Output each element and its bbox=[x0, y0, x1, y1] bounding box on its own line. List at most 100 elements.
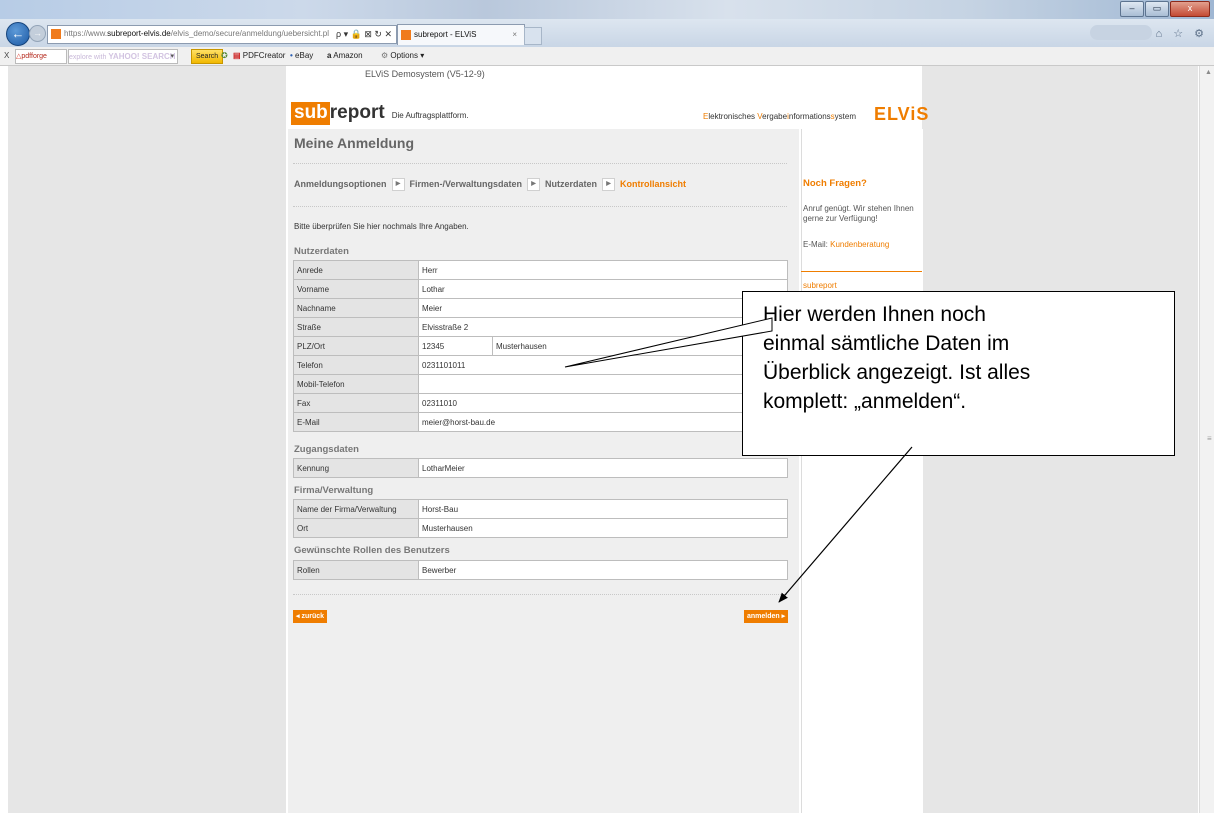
field-value bbox=[418, 374, 788, 394]
step-kontrollansicht: Kontrollansicht bbox=[620, 178, 687, 189]
site-favicon-icon bbox=[51, 28, 61, 39]
section-title-rollen: Gewünschte Rollen des Benutzers bbox=[294, 545, 450, 556]
elvis-logo[interactable]: ELViS bbox=[874, 104, 929, 125]
pdfcreator-button[interactable]: ▤ PDFCreator bbox=[233, 47, 285, 65]
table-row: Nachname Meier bbox=[293, 298, 788, 318]
ebay-button[interactable]: • eBay bbox=[290, 47, 313, 65]
step-nutzerdaten[interactable]: Nutzerdaten bbox=[545, 179, 597, 189]
divider bbox=[293, 594, 787, 595]
forward-button[interactable]: → bbox=[29, 25, 46, 42]
sidebar-divider bbox=[801, 271, 922, 272]
field-value: 02311010 bbox=[418, 393, 788, 413]
scroll-up-icon[interactable]: ▲ bbox=[1205, 69, 1212, 76]
gear-icon: ⚙ bbox=[381, 51, 389, 60]
step-arrow-icon: ▶ bbox=[527, 178, 541, 191]
table-row: Kennung LotharMeier bbox=[293, 458, 788, 478]
chevron-down-icon[interactable]: ▾ bbox=[170, 50, 174, 63]
amazon-icon: a bbox=[327, 51, 332, 60]
tab-title: subreport - ELViS bbox=[414, 30, 477, 39]
address-tools-icon[interactable]: ρ ▾ 🔒 ⊠ ↻ ✕ bbox=[336, 26, 392, 42]
callout-line: einmal sämtliche Daten im bbox=[763, 332, 1010, 355]
elvis-subtitle-part: ystem bbox=[834, 112, 857, 121]
back-link-button[interactable]: ◂ zurück bbox=[293, 610, 328, 623]
divider bbox=[293, 206, 787, 207]
new-tab-button[interactable] bbox=[524, 27, 542, 45]
url-host: subreport-elvis.de bbox=[107, 29, 171, 38]
field-value: Elvisstraße 2 bbox=[418, 317, 788, 337]
close-window-button[interactable]: x bbox=[1170, 1, 1210, 17]
step-firmendaten[interactable]: Firmen-/Verwaltungsdaten bbox=[410, 179, 523, 189]
field-value: Lothar bbox=[418, 279, 788, 299]
tab-favicon-icon bbox=[401, 29, 411, 40]
callout-line: komplett: „anmelden“. bbox=[763, 390, 967, 413]
table-row: Rollen Bewerber bbox=[293, 560, 788, 580]
step-arrow-icon: ▶ bbox=[602, 178, 616, 191]
field-label: Straße bbox=[293, 317, 419, 337]
step-arrow-icon: ▶ bbox=[391, 178, 405, 191]
sidebar bbox=[801, 129, 923, 813]
field-label: Vorname bbox=[293, 279, 419, 299]
scroll-grip-icon[interactable]: ≡ bbox=[1207, 434, 1212, 443]
window-titlebar: – ▭ x bbox=[0, 0, 1214, 19]
step-anmeldungsoptionen[interactable]: Anmeldungsoptionen bbox=[294, 179, 387, 189]
address-bar[interactable]: https://www.subreport-elvis.de/elvis_dem… bbox=[47, 25, 397, 44]
anmelden-button[interactable]: anmelden ▸ bbox=[744, 610, 789, 623]
field-label: Ort bbox=[293, 518, 419, 538]
field-value: LotharMeier bbox=[418, 458, 788, 478]
yahoo-search-button[interactable]: Search bbox=[191, 49, 224, 64]
sidebar-subreport-link[interactable]: subreport bbox=[803, 281, 837, 290]
sidebar-text: Anruf genügt. Wir stehen Ihnen gerne zur… bbox=[803, 204, 914, 223]
minimize-button[interactable]: – bbox=[1120, 1, 1144, 17]
table-row: Mobil-Telefon bbox=[293, 374, 788, 394]
table-row: Straße Elvisstraße 2 bbox=[293, 317, 788, 337]
intro-text: Bitte überprüfen Sie hier nochmals Ihre … bbox=[294, 222, 469, 231]
tab-close-icon[interactable]: × bbox=[512, 25, 517, 45]
home-favorites-tools-icon[interactable]: ⌂ ☆ ⚙ bbox=[1156, 27, 1208, 40]
rollen-table: Rollen Bewerber bbox=[293, 560, 788, 580]
field-label: Rollen bbox=[293, 560, 419, 580]
callout-line: Überblick angezeigt. Ist alles bbox=[763, 361, 1031, 384]
window-controls: – ▭ x bbox=[1119, 1, 1210, 17]
elvis-subtitle-part: lektronisches bbox=[708, 112, 758, 121]
annotation-callout: Hier werden Ihnen noch einmal sämtliche … bbox=[742, 291, 1175, 456]
field-value: Herr bbox=[418, 260, 788, 280]
field-label: Fax bbox=[293, 393, 419, 413]
amazon-button[interactable]: a Amazon bbox=[327, 47, 363, 65]
table-row: Telefon 0231101011 bbox=[293, 355, 788, 375]
field-label: Mobil-Telefon bbox=[293, 374, 419, 394]
ghost-search-field bbox=[1090, 25, 1152, 40]
section-title-firma: Firma/Verwaltung bbox=[294, 485, 374, 496]
table-row: E-Mail meier@horst-bau.de bbox=[293, 412, 788, 432]
toolbar-close-icon[interactable]: X bbox=[4, 47, 9, 65]
toolbar-divider-icon: ✪ bbox=[221, 51, 228, 60]
section-title-nutzerdaten: Nutzerdaten bbox=[294, 246, 349, 257]
maximize-button[interactable]: ▭ bbox=[1145, 1, 1169, 17]
plz-value: 12345 bbox=[418, 336, 493, 356]
field-label: Kennung bbox=[293, 458, 419, 478]
browser-toolbar: X △pdfforge explore with YAHOO! SEARCH ▾ … bbox=[0, 47, 1214, 66]
field-label: Name der Firma/Verwaltung bbox=[293, 499, 419, 519]
demo-system-label: ELViS Demosystem (V5-12-9) bbox=[365, 69, 485, 79]
field-label: PLZ/Ort bbox=[293, 336, 419, 356]
pdf-icon: ▤ bbox=[233, 51, 241, 60]
callout-line: Hier werden Ihnen noch bbox=[763, 303, 986, 326]
yahoo-search-input[interactable]: explore with YAHOO! SEARCH ▾ bbox=[68, 49, 178, 64]
options-menu[interactable]: ⚙ Options ▾ bbox=[381, 47, 424, 65]
slogan: Die Auftragsplattform. bbox=[391, 111, 469, 120]
subreport-logo[interactable]: sub report Die Auftragsplattform. bbox=[291, 102, 469, 127]
elvis-subtitle-part: ergabe bbox=[762, 112, 788, 121]
table-row: Ort Musterhausen bbox=[293, 518, 788, 538]
ebay-icon: • bbox=[290, 51, 293, 60]
back-button[interactable]: ← bbox=[6, 22, 30, 46]
field-value: Bewerber bbox=[418, 560, 788, 580]
field-value: Meier bbox=[418, 298, 788, 318]
field-value: meier@horst-bau.de bbox=[418, 412, 788, 432]
firma-table: Name der Firma/Verwaltung Horst-Bau Ort Mu… bbox=[293, 499, 788, 538]
kundenberatung-link[interactable]: Kundenberatung bbox=[830, 240, 889, 249]
tab-subreport[interactable]: subreport - ELViS × bbox=[397, 24, 525, 45]
field-label: Nachname bbox=[293, 298, 419, 318]
browser-navbar: ← → https://www.subreport-elvis.de/elvis… bbox=[0, 19, 1214, 47]
field-value: Horst-Bau bbox=[418, 499, 788, 519]
step-breadcrumb: Anmeldungsoptionen ▶ Firmen-/Verwaltungsda… bbox=[294, 178, 686, 191]
table-row: Fax 02311010 bbox=[293, 393, 788, 413]
